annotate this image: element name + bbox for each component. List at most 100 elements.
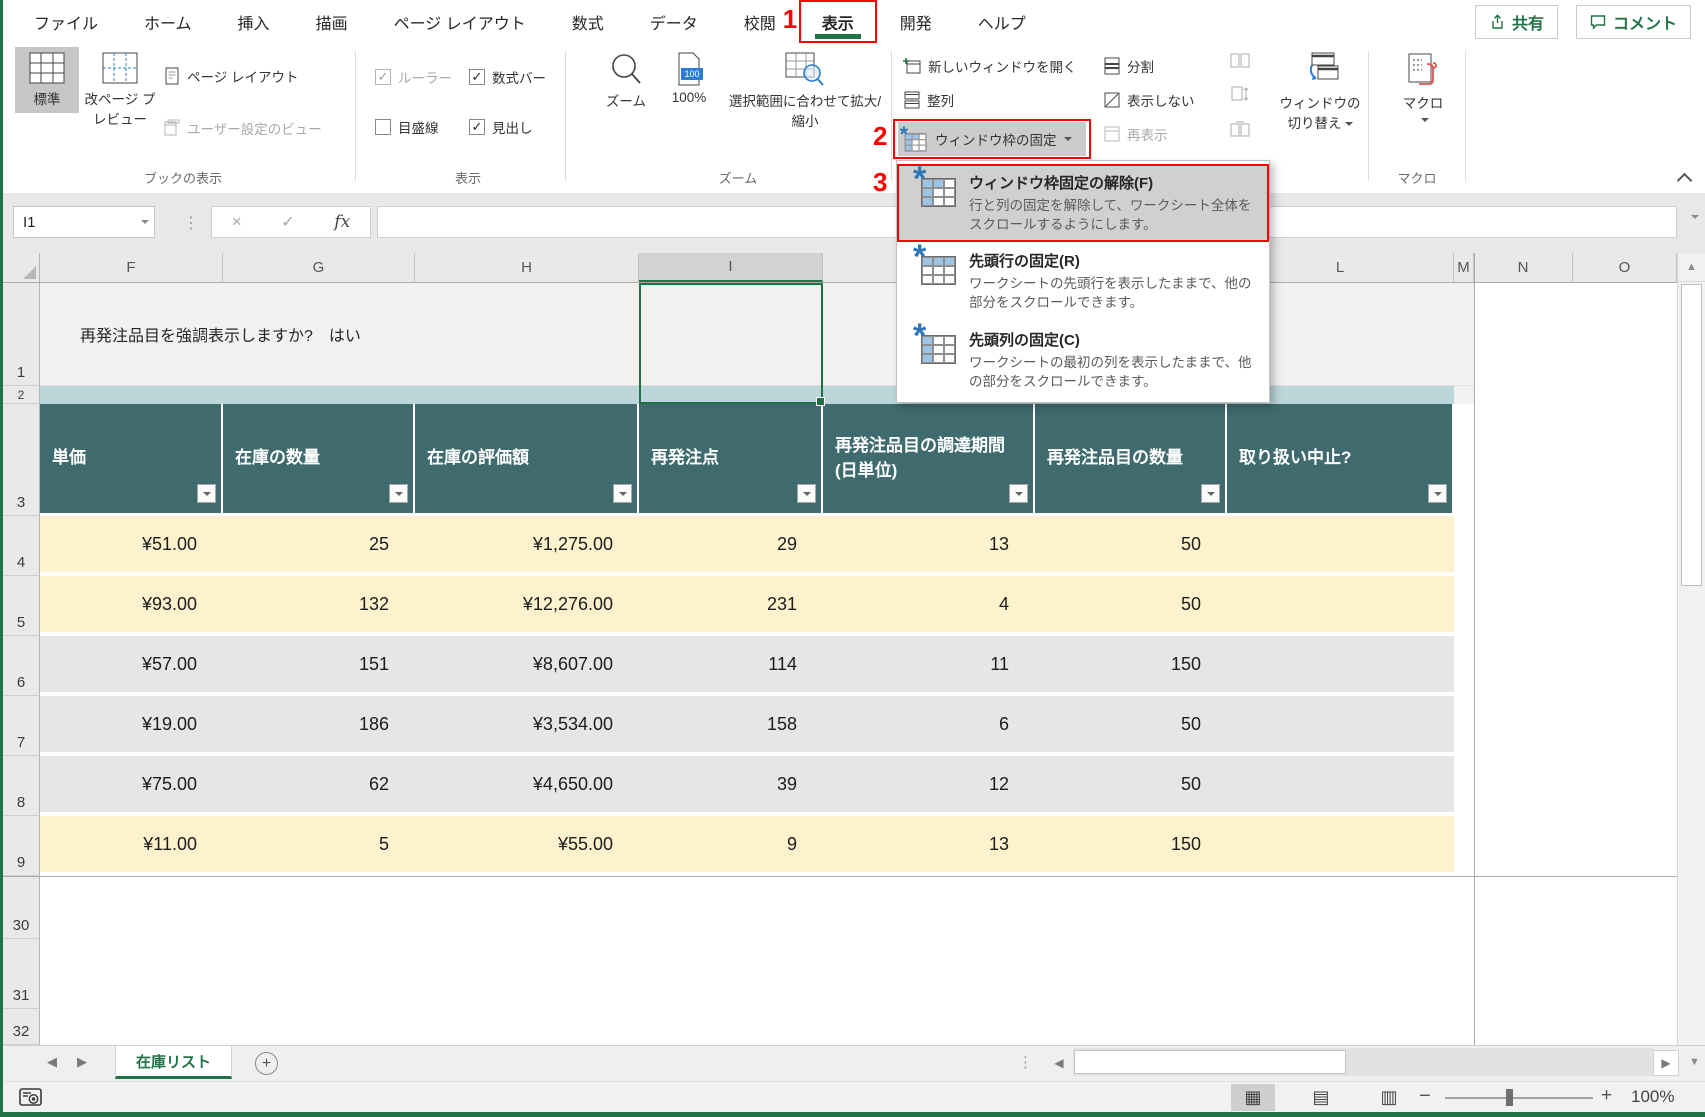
cell-r6c4[interactable]: 114 bbox=[639, 636, 823, 696]
split-button[interactable]: 分割 bbox=[1103, 53, 1154, 79]
vertical-scrollbar-thumb[interactable] bbox=[1681, 284, 1702, 586]
column-header-M[interactable]: M bbox=[1454, 253, 1474, 282]
zoom-slider-thumb[interactable] bbox=[1506, 1089, 1513, 1106]
ribbon-tab-11[interactable]: ヘルプ bbox=[955, 0, 1049, 43]
ribbon-tab-1[interactable]: ファイル bbox=[11, 0, 121, 43]
cell-r4c4[interactable]: 29 bbox=[639, 516, 823, 576]
page-layout-button[interactable]: ページ レイアウト bbox=[163, 63, 298, 89]
scroll-left-icon[interactable]: ◀ bbox=[1046, 1050, 1072, 1076]
reset-window-position-icon[interactable] bbox=[1229, 119, 1251, 139]
cell-r4c2[interactable]: 25 bbox=[223, 516, 415, 576]
cell-r4c3[interactable]: ¥1,275.00 bbox=[415, 516, 639, 576]
cancel-icon[interactable]: × bbox=[232, 212, 242, 232]
tab-scrollbar-splitter[interactable]: ⋮ bbox=[1018, 1053, 1033, 1071]
cell-r7c3[interactable]: ¥3,534.00 bbox=[415, 696, 639, 756]
cell-r7c4[interactable]: 158 bbox=[639, 696, 823, 756]
filter-dropdown-icon[interactable] bbox=[1009, 484, 1028, 503]
cell-r9c1[interactable]: ¥11.00 bbox=[40, 816, 223, 876]
comment-button[interactable]: コメント bbox=[1576, 5, 1691, 39]
cell-r7c1[interactable]: ¥19.00 bbox=[40, 696, 223, 756]
custom-views-button[interactable]: ユーザー設定のビュー bbox=[163, 115, 322, 141]
cell-r8c4[interactable]: 39 bbox=[639, 756, 823, 816]
horizontal-scrollbar[interactable] bbox=[1073, 1048, 1653, 1076]
hide-button[interactable]: 表示しない bbox=[1103, 87, 1195, 113]
cell-r5c4[interactable]: 231 bbox=[639, 576, 823, 636]
macros-button[interactable]: マクロ bbox=[1387, 47, 1459, 132]
accessibility-macro-icon[interactable] bbox=[19, 1088, 43, 1107]
scroll-up-icon[interactable]: ▲ bbox=[1678, 253, 1705, 282]
switch-windows-button[interactable]: ウィンドウの切り替え bbox=[1271, 47, 1369, 137]
ribbon-tab-7[interactable]: データ bbox=[627, 0, 721, 43]
ribbon-tab-9[interactable]: 表示1 bbox=[799, 0, 877, 43]
sheet-nav-right-icon[interactable]: ▶ bbox=[77, 1054, 87, 1070]
column-header-N[interactable]: N bbox=[1474, 253, 1573, 282]
ribbon-tab-5[interactable]: ページ レイアウト bbox=[371, 0, 549, 43]
cell-r6c1[interactable]: ¥57.00 bbox=[40, 636, 223, 696]
table-header-1[interactable]: 単価 bbox=[40, 404, 223, 516]
row-header-9[interactable]: 9 bbox=[3, 816, 40, 876]
collapse-ribbon-icon[interactable] bbox=[1677, 173, 1693, 189]
cell-r6c2[interactable]: 151 bbox=[223, 636, 415, 696]
sheet-nav-left-icon[interactable]: ◀ bbox=[47, 1054, 57, 1070]
cell-r9c5[interactable]: 13 bbox=[823, 816, 1035, 876]
row-header-30[interactable]: 30 bbox=[3, 876, 40, 939]
filter-dropdown-icon[interactable] bbox=[797, 484, 816, 503]
table-header-7[interactable]: 取り扱い中止? bbox=[1227, 404, 1454, 516]
cell-r4c5[interactable]: 13 bbox=[823, 516, 1035, 576]
cell-r4c1[interactable]: ¥51.00 bbox=[40, 516, 223, 576]
cell-r5c3[interactable]: ¥12,276.00 bbox=[415, 576, 639, 636]
row-header-1[interactable]: 1 bbox=[3, 283, 40, 386]
cell-r7c7[interactable] bbox=[1227, 696, 1454, 756]
table-header-6[interactable]: 再発注品目の数量 bbox=[1035, 404, 1227, 516]
cell-r6c5[interactable]: 11 bbox=[823, 636, 1035, 696]
cell-empty[interactable] bbox=[1454, 756, 1705, 816]
cell-r9c7[interactable] bbox=[1227, 816, 1454, 876]
cell-empty[interactable] bbox=[40, 939, 1705, 1009]
name-box-dropdown-icon[interactable] bbox=[132, 207, 154, 237]
cell-empty[interactable] bbox=[40, 876, 1705, 939]
arrange-all-button[interactable]: 整列 bbox=[903, 87, 954, 113]
cell-empty[interactable] bbox=[1454, 404, 1705, 516]
select-all-corner[interactable] bbox=[3, 253, 40, 282]
row-header-5[interactable]: 5 bbox=[3, 576, 40, 636]
row-header-7[interactable]: 7 bbox=[3, 696, 40, 756]
cell-row2-m[interactable] bbox=[1454, 386, 1474, 404]
cell-r6c3[interactable]: ¥8,607.00 bbox=[415, 636, 639, 696]
column-header-H[interactable]: H bbox=[415, 253, 639, 282]
cell-empty[interactable] bbox=[1474, 386, 1705, 404]
normal-view-button-status[interactable]: ▦ bbox=[1231, 1084, 1275, 1111]
new-window-button[interactable]: 新しいウィンドウを開く bbox=[903, 53, 1077, 79]
row-header-2[interactable]: 2 bbox=[3, 386, 40, 404]
page-break-view-button-status[interactable]: ▥ bbox=[1367, 1084, 1411, 1111]
cell-r8c7[interactable] bbox=[1227, 756, 1454, 816]
cell-r7c6[interactable]: 50 bbox=[1035, 696, 1227, 756]
selected-cell-I1[interactable] bbox=[639, 283, 823, 404]
cell-r5c7[interactable] bbox=[1227, 576, 1454, 636]
cell-r5c5[interactable]: 4 bbox=[823, 576, 1035, 636]
view-side-by-side-icon[interactable] bbox=[1229, 51, 1251, 71]
cell-empty[interactable] bbox=[1454, 696, 1705, 756]
cell-empty[interactable] bbox=[1474, 283, 1705, 386]
ribbon-tab-10[interactable]: 開発 bbox=[877, 0, 955, 43]
vertical-scrollbar[interactable]: ▲ bbox=[1677, 253, 1705, 1045]
zoom-slider[interactable] bbox=[1445, 1097, 1593, 1099]
cell-r8c5[interactable]: 12 bbox=[823, 756, 1035, 816]
freeze-panes-button[interactable]: * ウィンドウ枠の固定 bbox=[898, 122, 1086, 156]
cell-r8c3[interactable]: ¥4,650.00 bbox=[415, 756, 639, 816]
cell-r6c7[interactable] bbox=[1227, 636, 1454, 696]
row-header-32[interactable]: 32 bbox=[3, 1009, 40, 1045]
zoom-out-icon[interactable]: − bbox=[1419, 1085, 1431, 1108]
cell-r9c3[interactable]: ¥55.00 bbox=[415, 816, 639, 876]
insert-function-icon[interactable]: fx bbox=[334, 212, 350, 232]
column-header-F[interactable]: F bbox=[40, 253, 223, 282]
table-header-3[interactable]: 在庫の評価額 bbox=[415, 404, 639, 516]
cell-r4c7[interactable] bbox=[1227, 516, 1454, 576]
page-layout-view-button-status[interactable]: ▤ bbox=[1299, 1084, 1343, 1111]
cell-empty[interactable] bbox=[1454, 576, 1705, 636]
zoom-in-icon[interactable]: + bbox=[1601, 1085, 1612, 1107]
zoom-level[interactable]: 100% bbox=[1631, 1087, 1674, 1107]
scroll-right-icon[interactable]: ▶ bbox=[1653, 1050, 1679, 1076]
formula-bar-splitter[interactable]: ⋮ bbox=[183, 213, 200, 233]
filter-dropdown-icon[interactable] bbox=[613, 484, 632, 503]
cell-r9c6[interactable]: 150 bbox=[1035, 816, 1227, 876]
